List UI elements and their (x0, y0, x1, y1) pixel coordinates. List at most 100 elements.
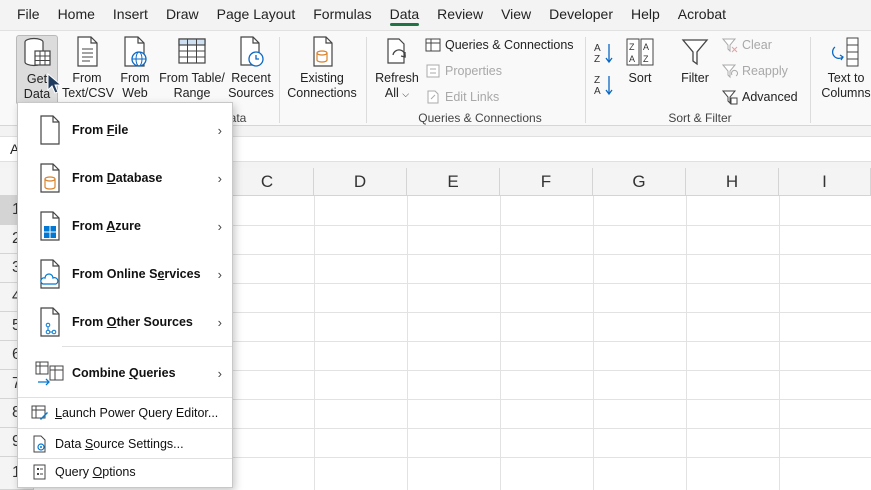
advanced-label: Advanced (742, 90, 798, 104)
menu-item-from-file[interactable]: From File › (18, 106, 232, 154)
database-table-icon (24, 37, 51, 67)
menu-item-from-other-sources[interactable]: From Other Sources › (18, 298, 232, 346)
query-options-icon (33, 464, 46, 480)
tab-insert[interactable]: Insert (104, 0, 157, 28)
menu-item-label: From Other Sources (72, 315, 193, 329)
chevron-right-icon: › (217, 123, 222, 138)
menu-item-label: From File (72, 123, 129, 137)
queries-connections-button[interactable]: Queries & Connections (425, 37, 574, 53)
reapply-label: Reapply (742, 64, 788, 78)
chevron-down-icon: ⌵ (402, 89, 410, 99)
chevron-right-icon: › (217, 267, 222, 282)
grid-line (593, 196, 594, 490)
table-icon (178, 38, 206, 64)
edit-links-button[interactable]: Edit Links (425, 89, 499, 105)
column-header-g[interactable]: G (593, 168, 686, 196)
column-header-d[interactable]: D (314, 168, 407, 196)
refresh-label-1: Refresh (375, 71, 419, 85)
clear-button[interactable]: Clear (722, 37, 772, 53)
tab-page-layout[interactable]: Page Layout (208, 0, 305, 28)
from-web-label-2: Web (122, 86, 148, 100)
text-to-columns-label-2: Columns (821, 86, 871, 100)
svg-text:Z: Z (643, 54, 649, 64)
recent-file-clock-icon (240, 36, 264, 67)
refresh-all-text: All (384, 86, 399, 100)
tab-data[interactable]: Data (381, 0, 429, 28)
svg-text:Z: Z (594, 75, 600, 86)
existing-label-2: Connections (287, 86, 357, 100)
menu-item-from-database[interactable]: From Database › (18, 154, 232, 202)
menu-item-query-options[interactable]: Query Options (18, 457, 232, 487)
sort-z-a-button[interactable]: ZA (592, 73, 616, 101)
text-to-columns-button[interactable]: Text to Columns (818, 35, 871, 101)
from-text-label-1: From (72, 71, 102, 85)
tab-formulas[interactable]: Formulas (304, 0, 380, 28)
filter-button[interactable]: Filter (676, 35, 714, 86)
refresh-all-button[interactable]: Refresh All ⌵ (374, 35, 420, 102)
tab-review[interactable]: Review (428, 0, 492, 28)
combine-queries-icon (35, 361, 64, 386)
tab-acrobat[interactable]: Acrobat (669, 0, 735, 28)
properties-button[interactable]: Properties (425, 63, 502, 79)
file-icon (40, 115, 60, 145)
database-icon (40, 163, 60, 193)
tab-developer[interactable]: Developer (540, 0, 622, 28)
text-to-columns-label-1: Text to (827, 71, 865, 85)
menu-item-label: Data Source Settings... (55, 437, 184, 451)
menu-item-label: Query Options (55, 465, 136, 479)
menu-item-label: Launch Power Query Editor... (55, 406, 219, 420)
ribbon-tabs: File Home Insert Draw Page Layout Formul… (0, 0, 871, 28)
grid-line (779, 196, 780, 490)
from-table-label-1: From Table/ (159, 71, 225, 85)
reapply-button[interactable]: Reapply (722, 63, 788, 79)
column-header-i[interactable]: I (779, 168, 871, 196)
sort-a-z-button[interactable]: AZ (592, 41, 616, 69)
from-table-range-button[interactable]: From Table/ Range (158, 35, 226, 101)
clear-filter-icon (722, 38, 738, 53)
recent-sources-button[interactable]: Recent Sources (228, 35, 274, 101)
grid-line (686, 196, 687, 490)
menu-item-label: From Azure (72, 219, 141, 233)
sort-ascending-icon: AZ (594, 43, 613, 65)
existing-connections-button[interactable]: Existing Connections (286, 35, 358, 101)
column-header-h[interactable]: H (686, 168, 779, 196)
tab-draw[interactable]: Draw (157, 0, 208, 28)
tab-file[interactable]: File (8, 0, 49, 28)
from-text-csv-button[interactable]: From Text/CSV (62, 35, 114, 101)
get-data-menu: From File › From Database › From Azure ›… (17, 102, 233, 488)
refresh-icon (387, 38, 406, 64)
menu-item-combine-queries[interactable]: Combine Queries › (18, 349, 232, 397)
menu-item-data-source-settings[interactable]: Data Source Settings... (18, 429, 232, 459)
group-separator (585, 37, 586, 123)
column-header-c[interactable]: C (221, 168, 314, 196)
menu-item-from-online-services[interactable]: From Online Services › (18, 250, 232, 298)
tab-help[interactable]: Help (622, 0, 669, 28)
queries-connections-label: Queries & Connections (445, 38, 574, 52)
edit-links-icon (427, 90, 439, 104)
menu-item-from-azure[interactable]: From Azure › (18, 202, 232, 250)
azure-windows-icon (40, 211, 60, 241)
tab-view[interactable]: View (492, 0, 540, 28)
clear-label: Clear (742, 38, 772, 52)
sort-dialog-icon: ZAAZ (626, 38, 654, 66)
existing-connections-icon (313, 36, 333, 67)
sort-button[interactable]: ZAAZ Sort (622, 35, 658, 86)
svg-text:A: A (594, 43, 601, 54)
group-separator (366, 37, 367, 123)
from-web-button[interactable]: From Web (116, 35, 154, 101)
menu-item-launch-power-query-editor[interactable]: Launch Power Query Editor... (18, 398, 232, 428)
text-to-columns-icon (831, 37, 859, 67)
column-header-f[interactable]: F (500, 168, 593, 196)
advanced-button[interactable]: Advanced (722, 89, 798, 105)
group-separator (279, 37, 280, 123)
tab-home[interactable]: Home (49, 0, 104, 28)
svg-text:A: A (594, 86, 601, 97)
reapply-icon (722, 64, 738, 79)
refresh-label-2: All ⌵ (374, 86, 420, 102)
menu-separator (62, 346, 232, 347)
column-header-e[interactable]: E (407, 168, 500, 196)
web-page-icon (124, 36, 147, 67)
svg-text:Z: Z (594, 54, 600, 65)
cloud-file-icon (40, 259, 60, 289)
grid-line (407, 196, 408, 490)
